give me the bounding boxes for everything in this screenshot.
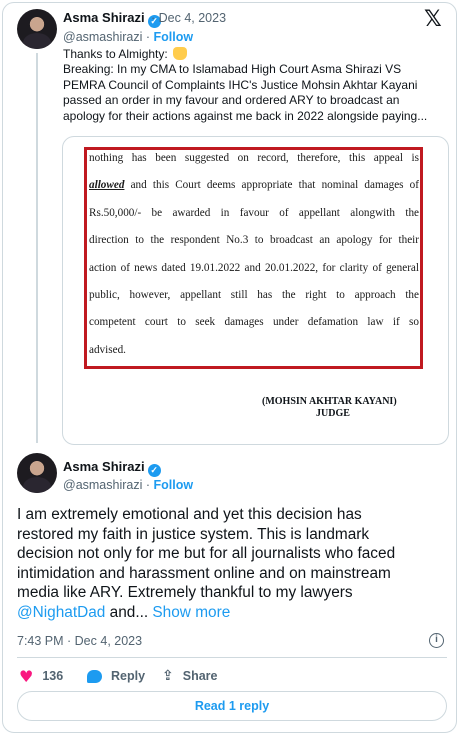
follow-button[interactable]: Follow <box>154 30 194 44</box>
judge-title: JUDGE <box>316 408 350 419</box>
read-replies-button[interactable]: Read 1 reply <box>17 691 447 721</box>
tweet-line: I am extremely emotional and yet this de… <box>17 506 362 523</box>
reply-bubble-icon <box>87 669 102 683</box>
handle-text[interactable]: @asmashirazi <box>63 30 142 44</box>
document-line: advised. <box>89 343 126 356</box>
heart-icon: ♥ <box>19 666 34 686</box>
like-count: 136 <box>42 669 64 683</box>
document-image[interactable]: nothing has been suggested on record, th… <box>62 136 449 445</box>
judge-name: (MOHSIN AKHTAR KAYANI) <box>262 396 397 407</box>
tweet-text: I am extremely emotional and yet this de… <box>17 505 447 623</box>
tweet-line-text: and... <box>105 603 153 621</box>
share-button[interactable]: ⇪ Share <box>162 667 217 685</box>
reply-label: Reply <box>111 669 146 683</box>
tweet-line: Breaking: In my CMA to Islamabad High Co… <box>63 62 402 77</box>
follow-button[interactable]: Follow <box>154 478 194 492</box>
tweet-line: @NighatDad and... Show more <box>17 603 447 623</box>
share-icon: ⇪ <box>162 668 174 684</box>
divider <box>17 657 447 658</box>
tweet-line: intimidation and harassment online and o… <box>17 564 391 582</box>
author-name-text[interactable]: Asma Shirazi <box>63 459 145 474</box>
document-line: action of news dated 19.01.2022 and 20.0… <box>89 261 419 274</box>
tweet-line: apology for their actions against me bac… <box>63 108 428 123</box>
thread-line <box>36 53 38 443</box>
document-line-text: and this Court deems appropriate that no… <box>124 179 419 192</box>
document-line: nothing has been suggested on record, th… <box>89 152 419 164</box>
document-line: allowed and this Court deems appropriate… <box>89 179 419 206</box>
author-handle[interactable]: @asmashirazi · Follow <box>63 478 193 492</box>
document-text: nothing has been suggested on record, th… <box>89 152 419 371</box>
show-more-link[interactable]: Show more <box>152 604 230 621</box>
x-logo-icon[interactable]: 𝕏 <box>424 7 442 32</box>
like-button[interactable]: ♥ 136 <box>19 666 64 686</box>
tweet-timestamp[interactable]: 7:43 PM · Dec 4, 2023 <box>17 634 142 648</box>
author-name-text[interactable]: Asma Shirazi <box>63 10 145 25</box>
author-handle[interactable]: @asmashirazi · Follow <box>63 30 193 44</box>
tweet-line: media like ARY. Extremely thankful to my… <box>17 584 353 602</box>
author-name[interactable]: Asma Shirazi ✓ <box>63 459 161 477</box>
document-line: public, however, appellant still has the… <box>89 288 419 301</box>
share-label: Share <box>182 669 218 683</box>
tweet-line-text: Thanks to Almighty: <box>63 47 172 61</box>
tweet-text: Thanks to Almighty: Breaking: In my CMA … <box>63 47 448 124</box>
document-line: direction to the respondent No.3 to broa… <box>89 234 419 247</box>
verified-badge-icon: ✓ <box>147 464 161 477</box>
avatar[interactable] <box>17 9 57 49</box>
tweet-line: passed an order in my favour and ordered… <box>63 93 400 108</box>
tweet-line: Thanks to Almighty: <box>63 47 448 62</box>
tweet-embed-card: Asma Shirazi ✓ · Dec 4, 2023 𝕏 @asmashira… <box>2 2 457 733</box>
mention-link[interactable]: @NighatDad <box>17 604 105 621</box>
avatar[interactable] <box>17 453 57 493</box>
tweet-line: restored my faith in justice system. Thi… <box>17 525 370 543</box>
reply-button[interactable]: Reply <box>87 667 145 685</box>
tweet-date[interactable]: · Dec 4, 2023 <box>151 11 226 25</box>
separator: · <box>142 478 154 492</box>
handle-text[interactable]: @asmashirazi <box>63 478 142 492</box>
author-name[interactable]: Asma Shirazi ✓ <box>63 10 161 28</box>
tweet-line: PEMRA Council of Complaints IHC's Justic… <box>63 77 418 92</box>
clapping-hands-icon <box>173 47 188 60</box>
allowed-word: allowed <box>89 179 125 192</box>
info-icon[interactable]: i <box>429 633 444 648</box>
document-line: competent court to seek damages under de… <box>89 316 419 329</box>
document-line: Rs.50,000/- be awarded in favour of appe… <box>89 206 419 219</box>
tweet-line: decision not only for me but for all jou… <box>17 545 396 563</box>
